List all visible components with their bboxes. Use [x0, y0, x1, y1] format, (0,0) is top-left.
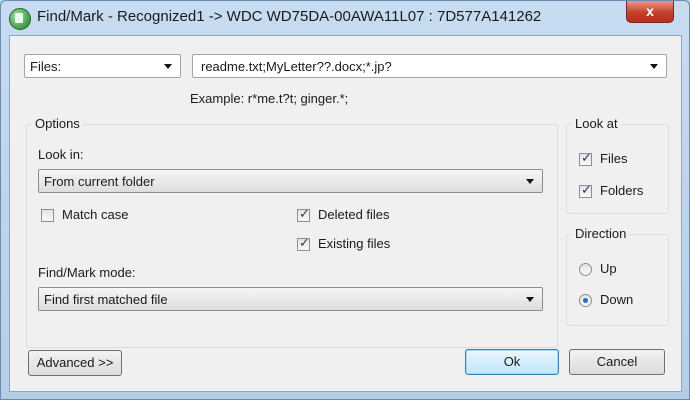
direction-legend: Direction	[572, 226, 630, 241]
advanced-button[interactable]: Advanced >>	[28, 350, 122, 376]
direction-group: Direction Up Down	[566, 226, 669, 326]
mode-dropdown[interactable]: Find first matched file	[38, 287, 543, 311]
ok-button[interactable]: Ok	[465, 349, 559, 375]
look-at-folders-checkbox[interactable]	[579, 183, 592, 198]
close-button[interactable]: x	[626, 1, 674, 23]
cancel-button[interactable]: Cancel	[569, 349, 665, 375]
existing-files-checkbox[interactable]	[297, 236, 310, 251]
look-at-folders-label[interactable]: Folders	[600, 183, 643, 198]
window-title: Find/Mark - Recognized1 -> WDC WD75DA-00…	[37, 8, 542, 25]
chevron-down-icon	[526, 179, 534, 184]
pattern-example-text: Example: r*me.t?t; ginger.*;	[190, 91, 349, 106]
deleted-files-checkbox[interactable]	[297, 207, 310, 222]
mode-label: Find/Mark mode:	[38, 265, 136, 280]
look-at-files-checkbox[interactable]	[579, 151, 592, 166]
find-mark-dialog: Find/Mark - Recognized1 -> WDC WD75DA-00…	[0, 0, 690, 400]
file-pattern-input[interactable]: readme.txt;MyLetter??.docx;*.jp?	[192, 54, 667, 78]
chevron-down-icon	[164, 64, 172, 69]
look-at-legend: Look at	[572, 116, 621, 131]
options-group: Options Look in: From current folder Mat…	[26, 116, 558, 348]
look-in-value: From current folder	[44, 174, 155, 189]
dialog-body: Files: readme.txt;MyLetter??.docx;*.jp? …	[9, 35, 682, 392]
look-in-label: Look in:	[38, 147, 84, 162]
options-legend: Options	[32, 116, 83, 131]
direction-down-label[interactable]: Down	[600, 292, 633, 307]
title-bar[interactable]: Find/Mark - Recognized1 -> WDC WD75DA-00…	[1, 1, 689, 35]
chevron-down-icon	[650, 64, 658, 69]
chevron-down-icon	[526, 297, 534, 302]
mode-value: Find first matched file	[44, 292, 168, 307]
search-type-dropdown[interactable]: Files:	[24, 54, 181, 78]
look-at-files-label[interactable]: Files	[600, 151, 627, 166]
app-icon	[9, 8, 31, 30]
file-pattern-value: readme.txt;MyLetter??.docx;*.jp?	[201, 59, 392, 74]
existing-files-label[interactable]: Existing files	[318, 236, 390, 251]
direction-up-radio[interactable]	[579, 263, 592, 276]
look-at-group: Look at Files Folders	[566, 116, 669, 214]
match-case-checkbox[interactable]	[41, 209, 54, 222]
direction-up-label[interactable]: Up	[600, 261, 617, 276]
direction-down-radio[interactable]	[579, 294, 592, 307]
look-in-dropdown[interactable]: From current folder	[38, 169, 543, 193]
match-case-label[interactable]: Match case	[62, 207, 128, 222]
deleted-files-label[interactable]: Deleted files	[318, 207, 390, 222]
search-type-value: Files:	[30, 59, 62, 74]
